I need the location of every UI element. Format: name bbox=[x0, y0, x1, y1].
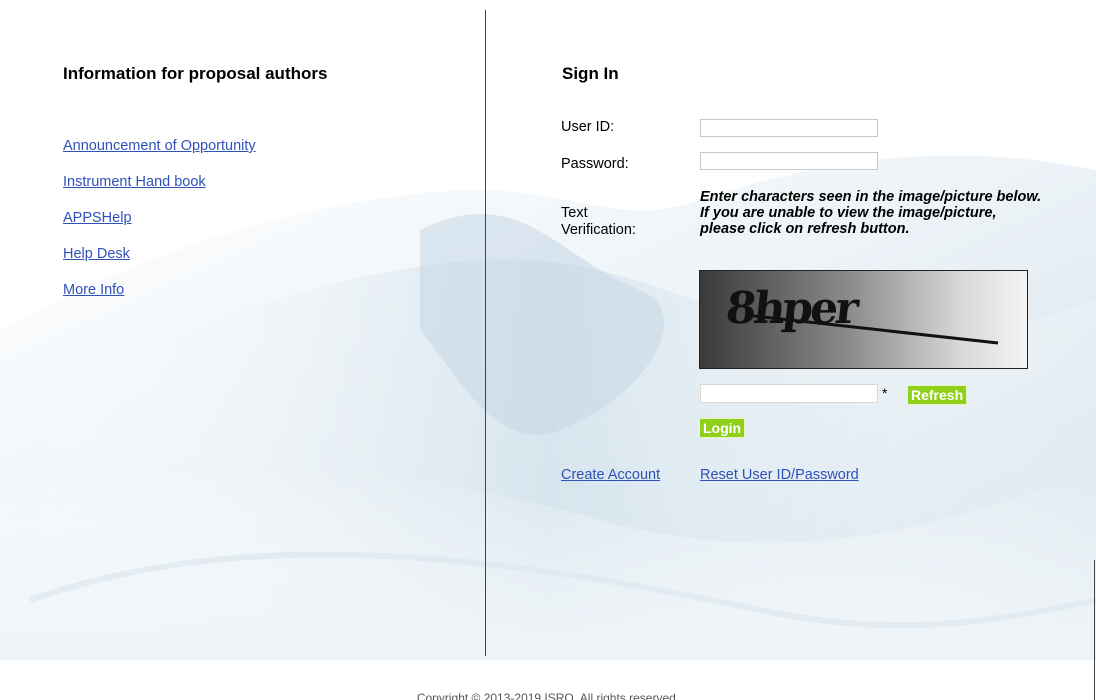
create-account-link[interactable]: Create Account bbox=[561, 467, 660, 483]
announcement-link[interactable]: Announcement of Opportunity bbox=[63, 138, 256, 154]
appshelp-link[interactable]: APPSHelp bbox=[63, 210, 132, 226]
captcha-instruction-line1: Enter characters seen in the image/pictu… bbox=[700, 189, 1042, 205]
captcha-graphic: 8hper bbox=[723, 283, 999, 345]
user-id-input[interactable] bbox=[700, 119, 878, 137]
password-label: Password: bbox=[561, 156, 629, 172]
login-page: Information for proposal authors Announc… bbox=[0, 0, 1096, 700]
list-item: Help Desk bbox=[63, 246, 256, 282]
captcha-instructions: Enter characters seen in the image/pictu… bbox=[700, 189, 1045, 237]
copyright-footer: Copyright © 2013-2019 ISRO. All rights r… bbox=[416, 691, 680, 700]
list-item: APPSHelp bbox=[63, 210, 256, 246]
captcha-input[interactable] bbox=[700, 384, 878, 403]
login-button[interactable]: Login bbox=[699, 418, 746, 438]
password-input[interactable] bbox=[700, 152, 878, 170]
reset-credentials-link[interactable]: Reset User ID/Password bbox=[700, 467, 859, 483]
required-marker: * bbox=[882, 385, 888, 401]
captcha-image: 8hper bbox=[699, 270, 1028, 369]
sign-in-title: Sign In bbox=[562, 64, 619, 83]
vertical-divider bbox=[485, 10, 486, 656]
list-item: Instrument Hand book bbox=[63, 174, 256, 210]
info-links-list: Announcement of Opportunity Instrument H… bbox=[63, 138, 256, 318]
text-verification-label: Text Verification: bbox=[561, 205, 636, 238]
instrument-handbook-link[interactable]: Instrument Hand book bbox=[63, 174, 206, 190]
left-panel-title: Information for proposal authors bbox=[63, 64, 328, 83]
list-item: Announcement of Opportunity bbox=[63, 138, 256, 174]
user-id-label: User ID: bbox=[561, 119, 615, 135]
more-info-link[interactable]: More Info bbox=[63, 282, 124, 298]
refresh-button[interactable]: Refresh bbox=[907, 385, 968, 405]
captcha-instruction-line2: If you are unable to view the image/pict… bbox=[700, 205, 997, 237]
list-item: More Info bbox=[63, 282, 256, 318]
help-desk-link[interactable]: Help Desk bbox=[63, 246, 130, 262]
right-edge-line bbox=[1094, 560, 1095, 700]
